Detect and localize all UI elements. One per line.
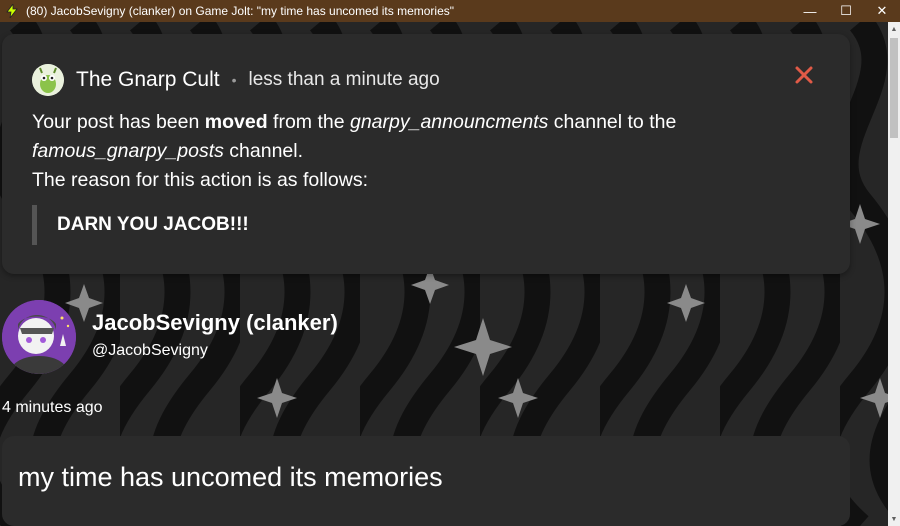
separator-dot: • [231,72,237,88]
window-title-bar: (80) JacobSevigny (clanker) on Game Jolt… [0,0,900,22]
author-handle[interactable]: @JacobSevigny [92,342,208,360]
notification-message: Your post has been moved from the gnarpy… [32,108,792,195]
close-notification-button[interactable] [794,65,814,85]
vertical-scrollbar[interactable]: ▲ ▼ [888,22,900,526]
message-text: from the [267,111,350,133]
community-avatar[interactable] [32,64,64,96]
post-timestamp: 4 minutes ago [2,399,103,416]
message-text: Your post has been [32,111,205,133]
scroll-up-arrow-icon[interactable]: ▲ [888,22,900,36]
author-name[interactable]: JacobSevigny (clanker) [92,310,338,336]
close-window-button[interactable]: ✕ [864,0,900,22]
maximize-button[interactable]: ☐ [828,0,864,22]
notification-header: The Gnarp Cult • less than a minute ago [32,64,440,96]
reason-quote: DARN YOU JACOB!!! [32,205,249,245]
community-name[interactable]: The Gnarp Cult [76,68,220,92]
minimize-button[interactable]: — [792,0,828,22]
from-channel: gnarpy_announcments [349,111,549,133]
post-text: my time has uncomed its memories [18,462,443,492]
gamejolt-bolt-icon [4,3,20,19]
moderation-notification-card: The Gnarp Cult • less than a minute ago … [2,34,850,274]
reason-intro: The reason for this action is as follows… [32,169,368,191]
page-content: The Gnarp Cult • less than a minute ago … [0,22,888,526]
scrollbar-thumb[interactable] [890,38,898,138]
action-word: moved [204,111,268,133]
message-text: channel to the [548,111,677,133]
scroll-down-arrow-icon[interactable]: ▼ [888,512,900,526]
author-avatar[interactable] [2,300,76,374]
notification-time: less than a minute ago [248,69,440,90]
close-icon [795,66,813,84]
window-title: (80) JacobSevigny (clanker) on Game Jolt… [26,4,455,18]
message-text: channel. [223,140,304,162]
to-channel: famous_gnarpy_posts [32,140,224,162]
post-card[interactable]: my time has uncomed its memories [2,436,850,526]
